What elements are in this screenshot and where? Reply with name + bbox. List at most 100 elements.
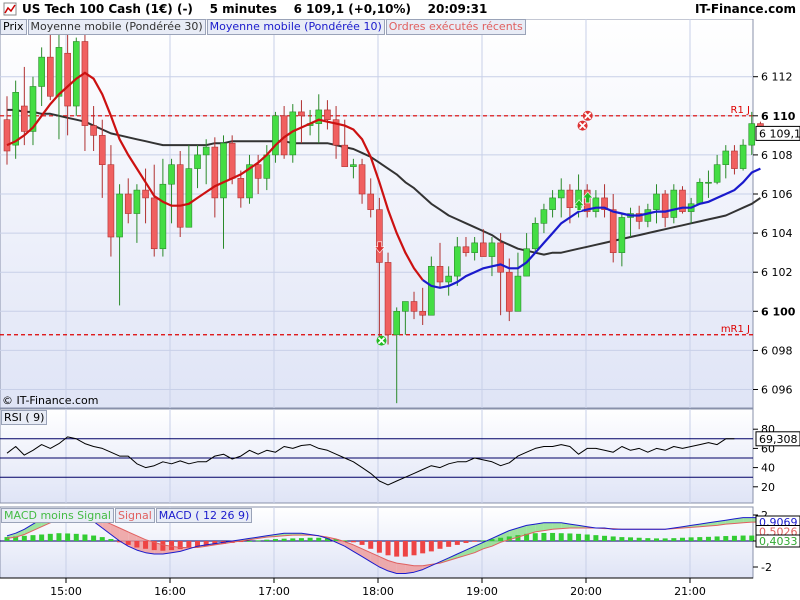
legend-rsi[interactable]: RSI ( 9) — [1, 410, 48, 425]
macd-bar-positive — [723, 536, 729, 541]
candle-down — [228, 142, 236, 179]
macd-bar-negative — [368, 541, 374, 549]
candle-down — [254, 164, 262, 179]
candle-up — [653, 193, 660, 210]
macd-bar-positive — [30, 535, 36, 541]
macd-bar-positive — [731, 535, 737, 541]
candle-down — [419, 310, 426, 316]
candle-down — [609, 209, 617, 253]
candle-up — [739, 144, 747, 169]
candle-up — [618, 217, 626, 253]
rsi-legend: RSI ( 9) — [1, 410, 48, 425]
macd-bar-positive — [498, 537, 504, 541]
candle-down — [367, 193, 375, 210]
macd-bar-positive — [532, 533, 538, 541]
mr1-level-label: mR1 J — [721, 324, 750, 335]
macd-bar-positive — [749, 535, 755, 541]
price-tick-label: 6 106 — [761, 188, 793, 201]
candle-down — [124, 193, 132, 214]
candle-down — [384, 262, 392, 336]
macd-bar-positive — [671, 538, 677, 541]
macd-bar-negative — [437, 541, 443, 549]
macd-bar-negative — [125, 541, 131, 545]
candle-up — [540, 209, 548, 224]
price-panel[interactable]: R1 J mR1 J — [0, 18, 764, 409]
legend-macd-hist[interactable]: MACD moins Signal — [1, 508, 114, 523]
macd-bar-positive — [705, 536, 711, 541]
price-tick-label: 6 104 — [761, 227, 793, 240]
timeframe: 5 minutes — [209, 2, 277, 16]
macd-bar-positive — [610, 536, 616, 541]
legend-orders[interactable]: Ordres exécutés récents — [385, 19, 526, 35]
macd-bar-positive — [108, 539, 114, 541]
candle-down — [98, 135, 106, 165]
candle-up — [402, 301, 409, 312]
rsi-panel[interactable] — [0, 408, 754, 504]
candle-up — [159, 183, 167, 250]
macd-bar-positive — [281, 538, 287, 541]
macd-bar-negative — [402, 541, 408, 557]
legend-ma30[interactable]: Moyenne mobile (Pondérée 30) — [27, 19, 206, 35]
candle-up — [428, 266, 435, 316]
macd-bar-negative — [428, 541, 434, 552]
candle-up — [55, 47, 63, 97]
macd-bar-positive — [558, 533, 564, 541]
title-text: US Tech 100 Cash (1€) (-) 5 minutes 6 10… — [22, 2, 487, 16]
macd-bar-positive — [662, 538, 668, 541]
candle-down — [566, 189, 574, 208]
macd-bar-positive — [576, 533, 582, 541]
last-price-label: 6 109,1 — [759, 127, 800, 140]
candle-down — [505, 271, 513, 312]
candle-up — [471, 242, 478, 253]
candle-down — [358, 164, 366, 195]
legend-ma10[interactable]: Moyenne mobile (Pondérée 10) — [206, 19, 385, 35]
macd-bar-positive — [82, 534, 88, 541]
candle-up — [133, 189, 141, 214]
macd-bar-negative — [446, 541, 452, 547]
legend-macd-signal[interactable]: Signal — [114, 508, 155, 523]
candle-up — [549, 197, 556, 210]
candle-down — [142, 189, 149, 199]
candle-up — [722, 150, 730, 165]
macd-bar-negative — [420, 541, 426, 554]
candle-down — [324, 109, 331, 121]
brand-name: IT-Finance.com — [694, 2, 796, 16]
macd-bar-positive — [39, 534, 45, 541]
price-tick-label: 6 108 — [761, 149, 793, 162]
macd-bar-positive — [688, 537, 694, 541]
price-tick-label: 6 102 — [761, 266, 793, 279]
candle-up — [185, 168, 193, 228]
macd-bar-positive — [593, 535, 599, 541]
macd-bar-positive — [307, 537, 313, 541]
legend-price[interactable]: Prix — [0, 19, 27, 35]
macd-bar-negative — [359, 541, 365, 545]
candle-down — [376, 209, 383, 263]
y-axes: 6 096 6 098 6 100 6 102 6 104 6 106 6 108 6 110… — [753, 71, 800, 574]
macd-bar-positive — [65, 533, 71, 541]
macd-bar-positive — [654, 538, 659, 541]
price-tick-label: 6 098 — [761, 344, 793, 357]
candle-down — [46, 56, 54, 97]
macd-bar-negative — [143, 541, 149, 549]
macd-bar-positive — [56, 533, 62, 541]
candle-up — [488, 242, 496, 257]
macd-bar-negative — [385, 541, 391, 556]
macd-bar-positive — [91, 535, 97, 541]
macd-legend: MACD moins Signal Signal MACD ( 12 26 9) — [1, 508, 253, 523]
legend-macd[interactable]: MACD ( 12 26 9) — [155, 508, 253, 523]
candle-up — [72, 41, 80, 107]
candle-up — [393, 310, 401, 336]
copyright: © IT-Finance.com — [2, 394, 99, 407]
candle-up — [713, 164, 721, 183]
chart-icon — [3, 2, 17, 16]
macd-bar-positive — [645, 538, 651, 541]
candle-up — [748, 123, 756, 146]
macd-bar-positive — [73, 533, 79, 541]
macd-bar-positive — [47, 533, 53, 541]
price-tick-label: 6 100 — [761, 305, 796, 318]
macd-bar-negative — [411, 541, 417, 556]
macd-bar-positive — [298, 538, 304, 541]
time-axis: 15:00 16:00 17:00 18:00 19:00 20:00 21:00 — [0, 577, 753, 598]
rsi-panel-bg — [0, 408, 754, 504]
candle-up — [445, 275, 452, 283]
